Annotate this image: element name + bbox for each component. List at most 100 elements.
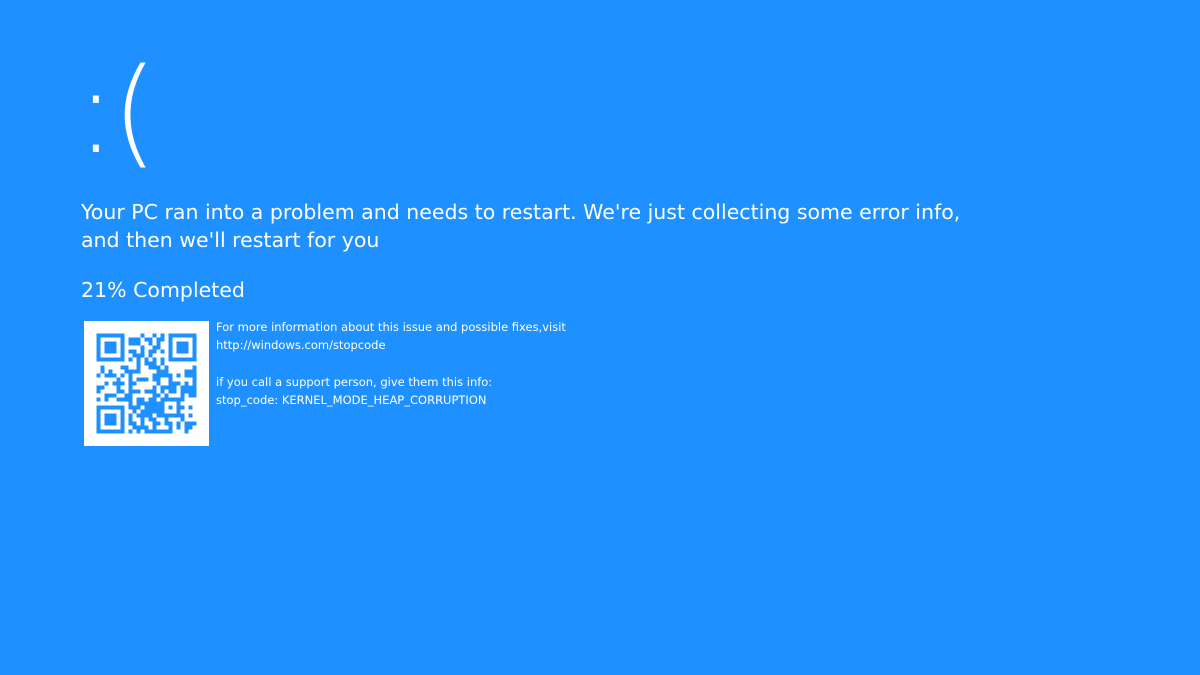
qr-module [152, 357, 157, 362]
qr-module [168, 425, 173, 430]
qr-module [148, 341, 153, 346]
qr-module [140, 409, 145, 414]
qr-module [96, 373, 101, 378]
qr-module [144, 409, 149, 414]
qr-module [136, 341, 141, 346]
qr-module [148, 361, 153, 366]
qr-module [96, 421, 101, 426]
qr-module [96, 417, 101, 422]
qr-module [136, 353, 141, 358]
qr-module [108, 333, 113, 338]
qr-module [192, 389, 197, 394]
qr-module [112, 373, 117, 378]
qr-module [132, 425, 137, 430]
qr-module [140, 413, 145, 418]
more-info-text: For more information about this issue an… [216, 320, 566, 334]
qr-module [108, 357, 113, 362]
qr-module [112, 417, 117, 422]
qr-module [104, 405, 109, 410]
qr-module [152, 409, 157, 414]
qr-module [168, 421, 173, 426]
qr-module [188, 369, 193, 374]
qr-module [180, 357, 185, 362]
qr-module [152, 417, 157, 422]
qr-module [168, 377, 173, 382]
qr-module [136, 361, 141, 366]
qr-module [140, 345, 145, 350]
qr-module [148, 417, 153, 422]
qr-module [120, 429, 125, 434]
qr-module [168, 341, 173, 346]
qr-module [172, 357, 177, 362]
qr-module [128, 421, 133, 426]
qr-module [184, 425, 189, 430]
qr-module [184, 357, 189, 362]
qr-module [188, 333, 193, 338]
qr-module [164, 369, 169, 374]
qr-module [140, 349, 145, 354]
qr-module [188, 389, 193, 394]
qr-module [96, 413, 101, 418]
qr-module [96, 353, 101, 358]
qr-module [136, 357, 141, 362]
qr-module [108, 349, 113, 354]
qr-module [128, 405, 133, 410]
qr-module [108, 421, 113, 426]
qr-module [152, 405, 157, 410]
qr-module [104, 357, 109, 362]
qr-module [104, 397, 109, 402]
qr-module [128, 397, 133, 402]
qr-module [148, 337, 153, 342]
qr-module [148, 365, 153, 370]
qr-module [144, 401, 149, 406]
qr-module [104, 341, 109, 346]
support-text: if you call a support person, give them … [216, 375, 493, 389]
qr-module [108, 373, 113, 378]
qr-module [136, 377, 141, 382]
qr-module [132, 409, 137, 414]
qr-module [120, 337, 125, 342]
qr-module [160, 385, 165, 390]
qr-module [172, 397, 177, 402]
qr-module [112, 345, 117, 350]
qr-module [188, 405, 193, 410]
qr-module [136, 397, 141, 402]
qr-module [128, 429, 133, 434]
qr-module [180, 397, 185, 402]
qr-module [96, 341, 101, 346]
qr-module [104, 421, 109, 426]
qr-module [104, 429, 109, 434]
qr-module [136, 389, 141, 394]
qr-module [176, 349, 181, 354]
qr-module [132, 421, 137, 426]
qr-module [152, 333, 157, 338]
qr-module [160, 337, 165, 342]
qr-module [140, 333, 145, 338]
qr-module [176, 421, 181, 426]
qr-module [112, 357, 117, 362]
qr-module [144, 413, 149, 418]
qr-module [156, 429, 161, 434]
qr-module [112, 421, 117, 426]
qr-module [116, 385, 121, 390]
qr-module [100, 365, 105, 370]
qr-module [144, 405, 149, 410]
qr-module [188, 421, 193, 426]
qr-module [164, 397, 169, 402]
qr-module [116, 429, 121, 434]
qr-module [164, 429, 169, 434]
qr-module [176, 413, 181, 418]
qr-module [96, 349, 101, 354]
qr-module [104, 333, 109, 338]
qr-module [104, 417, 109, 422]
qr-module [116, 357, 121, 362]
qr-module [188, 385, 193, 390]
qr-module [164, 421, 169, 426]
qr-module [160, 389, 165, 394]
qr-module [156, 365, 161, 370]
progress-label: Completed [133, 278, 245, 302]
qr-module [168, 413, 173, 418]
qr-module [136, 429, 141, 434]
qr-module [156, 405, 161, 410]
qr-module [132, 369, 137, 374]
